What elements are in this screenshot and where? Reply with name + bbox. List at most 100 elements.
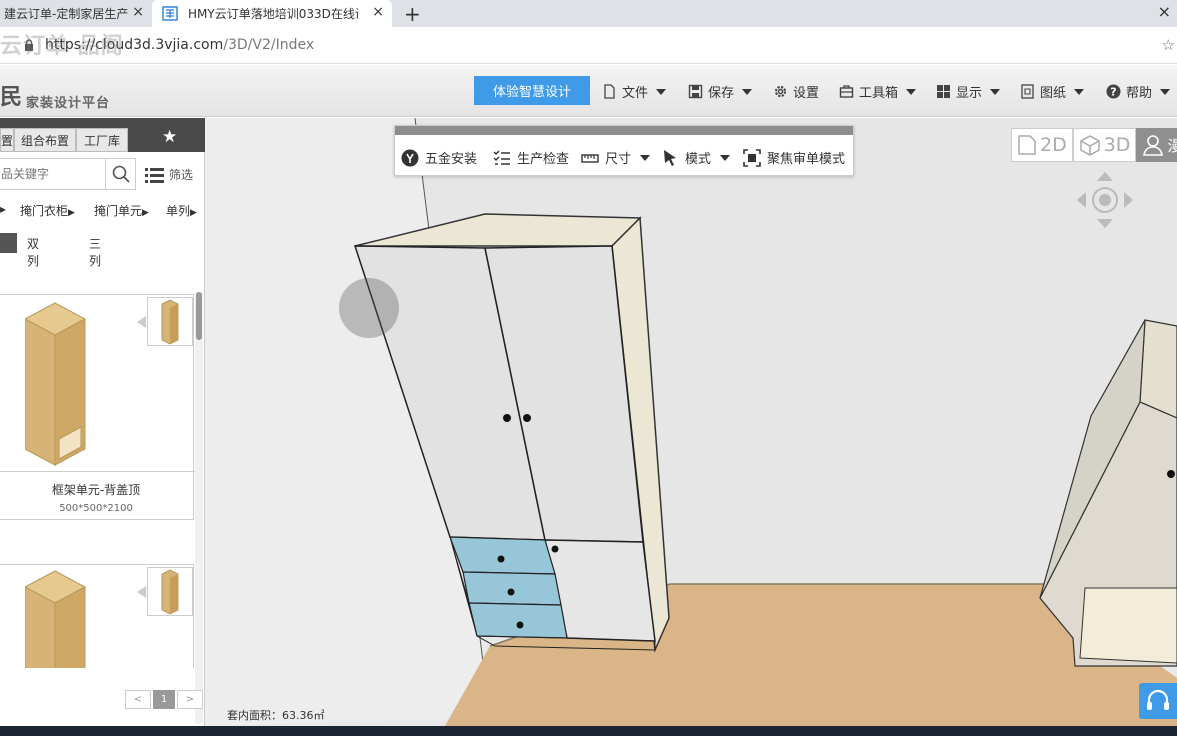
caret-down-icon [906, 88, 917, 95]
tool-label: 五金安装 [425, 152, 478, 167]
search-input[interactable] [0, 158, 106, 190]
tab-combo-layout[interactable]: 组合布置 [14, 128, 76, 152]
view-2d-button[interactable]: 2D [1011, 128, 1073, 162]
drawing-icon [1021, 84, 1034, 99]
platform-title: 家装设计平台 [26, 96, 111, 111]
2d-page-icon [1018, 135, 1036, 155]
category-item[interactable]: 掩门单元▶ [94, 202, 149, 219]
menu-display[interactable]: 显示 [936, 82, 1001, 101]
3d-scene[interactable] [205, 118, 1177, 726]
column-option-triple[interactable]: 三列 [89, 235, 101, 269]
column-swatch[interactable] [0, 233, 17, 253]
menu-save[interactable]: 保存 [688, 82, 753, 101]
menu-drawings[interactable]: 图纸 [1020, 82, 1085, 101]
menu-label: 显示 [956, 86, 983, 101]
menu-label: 文件 [622, 86, 649, 101]
tool-hardware-install[interactable]: 五金安装 [401, 148, 477, 167]
category-arrow[interactable]: ▸ [0, 202, 6, 216]
drawer [462, 571, 562, 606]
drawer [468, 602, 568, 639]
product-card[interactable]: 框架单元-背盖顶 500*500*2100 [0, 294, 195, 520]
menu-toolbox[interactable]: 工具箱 [839, 82, 917, 101]
product-mini-thumbnail[interactable] [147, 297, 193, 346]
cabinet-mini-icon [161, 299, 179, 345]
camera-navigation-icon[interactable] [1075, 170, 1135, 230]
3d-cube-icon [1079, 135, 1100, 156]
chevron-right-icon: ▶ [142, 208, 149, 218]
browser-tab-strip: 建云订单-定制家居生产 × HMY云订单落地培训033D在线设 × + × [0, 0, 1177, 27]
cursor-icon [664, 149, 676, 166]
caret-down-icon [742, 88, 753, 95]
tool-label: 模式 [685, 152, 712, 167]
caret-down-icon [990, 88, 1001, 95]
os-taskbar [0, 726, 1177, 736]
menu-file[interactable]: 文件 [602, 82, 667, 101]
filter-label: 筛选 [169, 168, 194, 182]
toolbar-drag-bar[interactable] [395, 126, 853, 135]
menu-label: 图纸 [1040, 86, 1067, 101]
browser-tab-1[interactable]: 建云订单-定制家居生产 × [0, 0, 152, 27]
gear-icon [774, 85, 787, 98]
tab-layout[interactable]: 置 [0, 128, 14, 152]
hardware-icon [401, 149, 419, 166]
ruler-icon [581, 153, 599, 163]
catalog-scrollbar-thumb[interactable] [196, 292, 202, 340]
door-knob [523, 414, 531, 422]
smart-design-button[interactable]: 体验智慧设计 [474, 76, 590, 105]
category-label: 单列 [166, 204, 191, 218]
drawer-knob [516, 621, 524, 629]
tab-title: 建云订单-定制家居生产 [4, 7, 129, 21]
card-divider [0, 471, 195, 472]
product-card[interactable] [0, 564, 194, 668]
chevron-right-icon: ▶ [68, 208, 75, 218]
tool-label: 生产检查 [517, 152, 570, 167]
second-wardrobe-shelf [1079, 587, 1177, 664]
drawer [449, 536, 556, 575]
pager-prev[interactable]: < [125, 690, 151, 709]
room-area-value: 63.36㎡ [282, 709, 325, 722]
search-button[interactable] [106, 158, 136, 190]
category-item[interactable]: 单列▶ [166, 202, 197, 219]
window-close-icon[interactable]: × [1158, 2, 1171, 21]
column-option-double[interactable]: 双列 [27, 235, 39, 269]
view-roam-button[interactable]: 漫 [1136, 128, 1177, 162]
pager-current[interactable]: 1 [153, 690, 175, 709]
tool-focus-review[interactable]: 聚焦审单模式 [743, 148, 845, 167]
customer-service-button[interactable] [1139, 683, 1177, 719]
drawer-knob [497, 555, 505, 563]
catalog-scrollbar[interactable] [195, 292, 203, 724]
favorites-star-icon[interactable]: ★ [162, 127, 177, 147]
save-icon [688, 84, 703, 99]
headset-icon [1147, 689, 1169, 710]
tab-close-icon[interactable]: × [132, 4, 144, 20]
view-3d-button[interactable]: 3D [1072, 128, 1137, 162]
menu-help[interactable]: ? 帮助 [1106, 82, 1171, 101]
person-icon [1143, 135, 1164, 156]
caret-down-icon [1074, 88, 1085, 95]
pager-next[interactable]: > [177, 690, 203, 709]
pagination: < 1 > [125, 690, 203, 709]
bookmark-star-icon[interactable]: ☆ [1162, 36, 1175, 54]
thumb-pointer [137, 316, 146, 328]
menu-settings[interactable]: 设置 [773, 82, 819, 101]
browser-tab-2-active[interactable]: HMY云订单落地培训033D在线设 × [152, 0, 392, 27]
address-bar: https://cloud3d.3vjia.com/3D/V2/Index ☆ [0, 27, 1177, 64]
cabinet-frame-thumbnail [25, 302, 87, 466]
category-item[interactable]: 掩门衣柜▶ [20, 202, 75, 219]
caret-down-icon [720, 154, 731, 161]
tool-label: 尺寸 [605, 152, 632, 167]
product-mini-thumbnail[interactable] [147, 567, 193, 616]
tab-close-icon[interactable]: × [372, 4, 384, 20]
tab-factory-library[interactable]: 工厂库 [76, 128, 128, 152]
room-area: 套内面积：63.36㎡ [227, 707, 325, 723]
search-icon [112, 165, 130, 183]
filter-button[interactable]: 筛选 [145, 166, 193, 183]
list-filter-icon [145, 167, 164, 183]
tool-production-check[interactable]: 生产检查 [493, 148, 569, 167]
new-tab-button[interactable]: + [404, 2, 421, 26]
door-knob [503, 414, 511, 422]
tool-dimensions[interactable]: 尺寸 [581, 148, 651, 167]
3d-viewport[interactable]: 五金安装 生产检查 尺寸 模式 聚焦审单模式 2D 3D 漫 套内面积：63.3… [205, 118, 1177, 726]
tool-mode[interactable]: 模式 [661, 148, 731, 167]
grid-icon [937, 85, 950, 98]
